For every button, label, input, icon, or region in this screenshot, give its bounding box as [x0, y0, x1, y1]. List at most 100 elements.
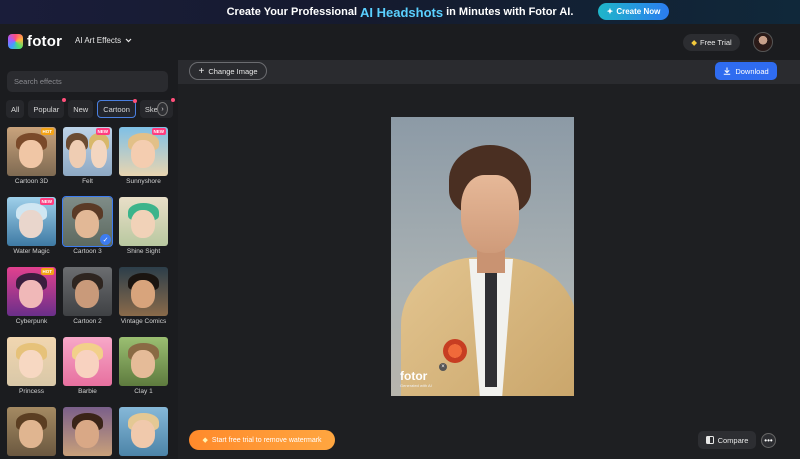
- effect-thumbnail: NEW: [7, 197, 56, 246]
- thumb-face: [91, 140, 107, 168]
- avatar[interactable]: [753, 32, 773, 52]
- start-free-trial-button[interactable]: ◆ Start free trial to remove watermark: [189, 430, 335, 450]
- effect-card[interactable]: [119, 407, 168, 456]
- effect-card-felt[interactable]: NEW Felt: [63, 127, 112, 185]
- image-canvas: fotor Generated with AI × ◆ Start free t…: [178, 84, 800, 459]
- thumb-face: [69, 140, 86, 168]
- effect-thumbnail: [7, 337, 56, 386]
- tabs-next-button[interactable]: ›: [157, 102, 168, 116]
- compare-button[interactable]: Compare: [698, 431, 756, 449]
- result-image: fotor Generated with AI ×: [391, 117, 574, 396]
- effect-label: Princess: [19, 388, 44, 395]
- tab-label: All: [11, 104, 20, 114]
- promo-text-before: Create Your Professional: [226, 6, 358, 18]
- tab-cartoon[interactable]: Cartoon: [97, 99, 137, 118]
- create-now-button[interactable]: ✦ Create Now: [598, 3, 669, 20]
- new-badge: NEW: [39, 198, 54, 205]
- compare-label: Compare: [717, 435, 749, 445]
- effect-thumbnail: NEW: [119, 127, 168, 176]
- check-icon: ✓: [100, 234, 111, 245]
- download-button[interactable]: Download: [715, 62, 777, 80]
- tab-popular[interactable]: Popular: [28, 98, 67, 118]
- tab-label: Cartoon: [103, 104, 130, 114]
- effect-card[interactable]: [7, 407, 56, 456]
- effect-card-barbie[interactable]: Barbie: [63, 337, 112, 395]
- notification-dot: [170, 98, 175, 102]
- watermark-brand: fotor: [400, 369, 428, 383]
- create-now-label: Create Now: [616, 7, 661, 16]
- fotor-watermark: fotor Generated with AI: [400, 369, 432, 388]
- effect-label: Cartoon 2: [73, 318, 102, 325]
- effect-thumbnail: [119, 197, 168, 246]
- thumb-face: [131, 350, 155, 378]
- promo-banner: Create Your Professional AI Headshots in…: [0, 0, 800, 24]
- thumb-face: [131, 280, 155, 308]
- free-trial-label: Free Trial: [700, 38, 732, 47]
- effect-card-cyberpunk[interactable]: HOT Cyberpunk: [7, 267, 56, 325]
- thumb-face: [19, 280, 43, 308]
- thumb-face: [19, 420, 43, 448]
- effect-card-cartoon-3d[interactable]: HOT Cartoon 3D: [7, 127, 56, 185]
- promo-text-after: in Minutes with Fotor AI.: [446, 6, 574, 18]
- tab-new[interactable]: New: [68, 100, 94, 118]
- magic-wand-icon: ✦: [606, 7, 614, 16]
- portrait-flower: [443, 339, 467, 363]
- change-image-button[interactable]: + Change Image: [189, 62, 267, 80]
- effects-sidebar: Search effects All Popular New Cartoon S…: [0, 60, 178, 459]
- thumb-face: [75, 280, 99, 308]
- chevron-right-icon: ›: [161, 105, 164, 113]
- search-effects-input[interactable]: Search effects: [7, 71, 168, 92]
- new-badge: NEW: [95, 128, 110, 135]
- effect-card-shine-sight[interactable]: Shine Sight: [119, 197, 168, 255]
- change-image-label: Change Image: [208, 66, 258, 76]
- effect-label: Vintage Comics: [120, 318, 167, 325]
- portrait-face: [461, 175, 519, 253]
- effect-label: Cyberpunk: [15, 318, 48, 325]
- promo-highlight: AI Headshots: [360, 4, 444, 20]
- effect-label: Cartoon 3D: [14, 178, 49, 185]
- plus-icon: +: [198, 65, 205, 77]
- effect-card-sunnyshore[interactable]: NEW Sunnyshore: [119, 127, 168, 185]
- effect-card-water-magic[interactable]: NEW Water Magic: [7, 197, 56, 255]
- effect-card-princess[interactable]: Princess: [7, 337, 56, 395]
- chevron-down-icon: [125, 38, 132, 43]
- effect-thumbnail: [119, 407, 168, 456]
- tab-label: New: [73, 104, 89, 114]
- effect-card-vintage-comics[interactable]: Vintage Comics: [119, 267, 168, 325]
- thumb-face: [19, 210, 43, 238]
- tab-all[interactable]: All: [6, 100, 25, 118]
- effect-label: Water Magic: [13, 248, 50, 255]
- effect-label: Barbie: [78, 388, 97, 395]
- thumb-face: [19, 140, 43, 168]
- effect-label: Clay 1: [134, 388, 153, 395]
- thumb-face: [75, 210, 99, 238]
- more-icon: •••: [764, 436, 773, 445]
- more-options-button[interactable]: •••: [761, 433, 776, 448]
- effect-label: Sunnyshore: [126, 178, 161, 185]
- ai-art-effects-menu[interactable]: AI Art Effects: [75, 36, 132, 45]
- effect-card-clay-1[interactable]: Clay 1: [119, 337, 168, 395]
- effect-category-tabs: All Popular New Cartoon Sketch: [6, 98, 175, 118]
- watermark-close-icon[interactable]: ×: [439, 363, 447, 371]
- effect-card-cartoon-2[interactable]: Cartoon 2: [63, 267, 112, 325]
- fotor-logo-icon: [8, 34, 23, 49]
- free-trial-button[interactable]: ◆ Free Trial: [683, 34, 740, 51]
- effect-thumbnail: [63, 337, 112, 386]
- effect-card-cartoon-3[interactable]: ✓ Cartoon 3: [62, 196, 113, 255]
- fotor-logo[interactable]: fotor: [8, 33, 62, 50]
- effect-thumbnail: HOT: [7, 267, 56, 316]
- effect-card[interactable]: [63, 407, 112, 456]
- thumb-face: [131, 420, 155, 448]
- effect-label: Shine Sight: [126, 248, 161, 255]
- notification-dot: [62, 98, 67, 102]
- diamond-icon: ◆: [202, 437, 208, 444]
- new-badge: NEW: [151, 128, 166, 135]
- effect-thumbnail: [63, 267, 112, 316]
- trial-label: Start free trial to remove watermark: [211, 436, 322, 444]
- effect-thumbnail: [7, 407, 56, 456]
- effect-thumbnail: HOT: [7, 127, 56, 176]
- thumb-face: [75, 420, 99, 448]
- download-icon: [724, 67, 731, 75]
- portrait-tie: [485, 267, 497, 387]
- effect-label: Cartoon 3: [73, 248, 102, 255]
